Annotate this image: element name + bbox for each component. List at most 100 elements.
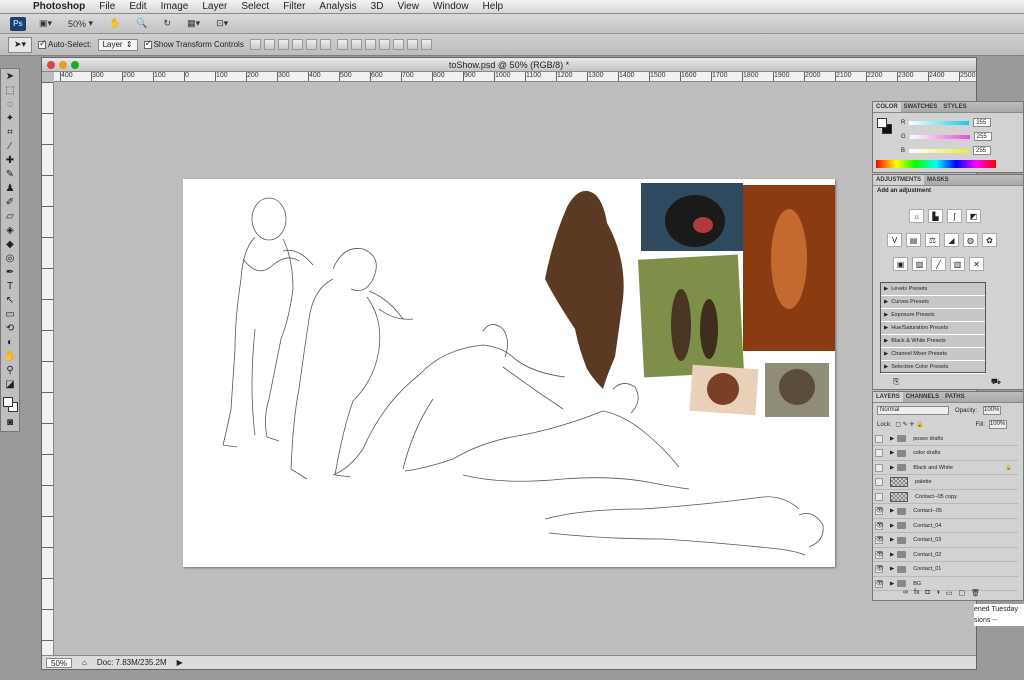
channel-mixer-icon[interactable]: ✿	[982, 233, 997, 247]
align-right-icon[interactable]	[319, 39, 331, 50]
disclosure-triangle-icon[interactable]: ▶	[884, 348, 888, 360]
horizontal-ruler[interactable]: 400 300 200 100 0 100 200 300 400 500 600 700 800 900…	[54, 72, 976, 82]
distribute-bottom-icon[interactable]	[364, 39, 376, 50]
rotate-view-icon[interactable]: ↻	[161, 17, 175, 31]
align-bottom-icon[interactable]	[277, 39, 289, 50]
auto-select-checkbox[interactable]: Auto-Select:	[38, 38, 92, 49]
menu-layer[interactable]: Layer	[195, 1, 234, 12]
menu-filter[interactable]: Filter	[276, 1, 312, 12]
delete-layer-icon[interactable]: 🗑	[971, 589, 980, 597]
menu-image[interactable]: Image	[154, 1, 196, 12]
status-zoom-field[interactable]: 50%	[46, 657, 73, 668]
menu-select[interactable]: Select	[234, 1, 276, 12]
disclosure-triangle-icon[interactable]: ▶	[884, 335, 888, 347]
move-tool-icon[interactable]: ➤	[1, 69, 19, 83]
selective-color-icon[interactable]: ✕	[969, 257, 984, 271]
visibility-eye-icon[interactable]: 👁	[875, 536, 884, 544]
green-value-field[interactable]: 255	[973, 132, 992, 141]
rectangle-shape-tool-icon[interactable]: ▭	[1, 307, 19, 321]
layer-row[interactable]: ▶ poses drafts	[873, 432, 1018, 446]
black-white-icon[interactable]: ◢	[944, 233, 959, 247]
align-top-icon[interactable]	[249, 39, 261, 50]
show-transform-check-icon[interactable]	[143, 38, 152, 49]
quick-mask-icon[interactable]: ◙	[1, 415, 19, 429]
align-left-icon[interactable]	[291, 39, 303, 50]
paint-bucket-tool-icon[interactable]: ◈	[1, 223, 19, 237]
zoom-tool-icon[interactable]: ⚲	[1, 363, 19, 377]
fill-field[interactable]: 100%	[988, 420, 1007, 429]
tool-preset-picker[interactable]: ➤▾	[8, 36, 32, 53]
preset-item[interactable]: ▶ Levels Presets	[881, 283, 985, 296]
visibility-eye-icon[interactable]: 👁	[875, 550, 884, 559]
green-slider[interactable]	[909, 134, 970, 139]
layer-row[interactable]: 👁 ▶ Contact_03	[873, 534, 1018, 548]
magic-wand-tool-icon[interactable]: ✦	[1, 111, 19, 125]
tab-masks[interactable]: MASKS	[924, 175, 952, 185]
menu-view[interactable]: View	[390, 1, 426, 12]
disclosure-triangle-icon[interactable]: ▶	[884, 283, 888, 295]
blend-mode-select[interactable]: Normal	[877, 406, 949, 415]
return-to-list-icon[interactable]: ⎘	[893, 377, 899, 387]
preset-item[interactable]: ▶ Curves Presets	[881, 296, 985, 309]
menu-help[interactable]: Help	[476, 1, 511, 12]
hand-tool-icon[interactable]: ✋	[106, 17, 123, 31]
disclosure-triangle-icon[interactable]: ▶	[884, 309, 888, 321]
vibrance-icon[interactable]: V	[887, 233, 902, 247]
blue-value-field[interactable]: 255	[973, 146, 992, 155]
document-canvas[interactable]	[183, 179, 835, 567]
curves-icon[interactable]: ∫	[947, 209, 962, 223]
expand-group-icon[interactable]: ▶	[890, 450, 894, 456]
zoom-tool-icon[interactable]: 🔍	[133, 17, 150, 31]
brightness-contrast-icon[interactable]: ☼	[909, 209, 924, 223]
clone-stamp-tool-icon[interactable]: ♟	[1, 181, 19, 195]
opacity-field[interactable]: 100%	[983, 406, 1002, 415]
lasso-tool-icon[interactable]: ◌	[1, 97, 19, 111]
tab-paths[interactable]: PATHS	[942, 392, 967, 402]
crop-tool-icon[interactable]: ⌗	[1, 125, 19, 139]
threshold-icon[interactable]: ╱	[931, 257, 946, 271]
auto-align-icon[interactable]	[420, 39, 432, 50]
minimize-window-icon[interactable]	[59, 61, 67, 69]
new-layer-icon[interactable]: ▢	[959, 589, 966, 597]
visibility-eye-icon[interactable]: 👁	[875, 521, 884, 530]
expand-group-icon[interactable]: ▶	[890, 508, 894, 514]
visibility-eye-icon[interactable]: 👁	[875, 579, 884, 588]
tab-adjustments[interactable]: ADJUSTMENTS	[873, 175, 925, 185]
visibility-eye-icon[interactable]: 👁	[875, 507, 884, 515]
tab-color[interactable]: COLOR	[873, 102, 901, 112]
expand-group-icon[interactable]: ▶	[890, 552, 894, 558]
expand-group-icon[interactable]: ▶	[890, 523, 894, 529]
layer-row[interactable]: 👁 ▶ Contact_01	[873, 563, 1018, 577]
visibility-eye-icon[interactable]	[875, 478, 883, 486]
new-group-icon[interactable]: ▭	[946, 589, 953, 597]
disclosure-triangle-icon[interactable]: ▶	[884, 322, 888, 334]
preset-item[interactable]: ▶ Hue/Saturation Presets	[881, 322, 985, 335]
visibility-eye-icon[interactable]	[875, 434, 883, 443]
eyedropper-tool-icon[interactable]: ⁄	[1, 139, 19, 153]
history-brush-tool-icon[interactable]: ✐	[1, 195, 19, 209]
align-vcenter-icon[interactable]	[263, 39, 275, 50]
layer-row[interactable]: ▶ color drafts	[873, 447, 1018, 461]
disclosure-triangle-icon[interactable]: ▶	[884, 361, 888, 373]
menu-analysis[interactable]: Analysis	[312, 1, 363, 12]
preset-item[interactable]: ▶ Exposure Presets	[881, 309, 985, 322]
expand-group-icon[interactable]: ▶	[890, 537, 894, 543]
menu-3d[interactable]: 3D	[364, 1, 391, 12]
tab-styles[interactable]: STYLES	[940, 102, 969, 112]
auto-select-check-icon[interactable]	[38, 38, 47, 49]
screen-layout-icon[interactable]: ⊡▾	[213, 17, 231, 31]
preset-item[interactable]: ▶ Black & White Presets	[881, 335, 985, 348]
layer-row[interactable]: ▶ Black and White 🔒	[873, 461, 1018, 475]
expand-group-icon[interactable]: ▶	[890, 566, 894, 572]
expand-group-icon[interactable]: ▶	[890, 465, 894, 471]
layer-row[interactable]: 👁 ▶ Contact--05	[873, 505, 1018, 519]
screen-mode-button[interactable]: ▣▾	[36, 17, 55, 31]
preset-item[interactable]: ▶ Selective Color Presets	[881, 361, 985, 374]
type-tool-icon[interactable]: T	[1, 279, 19, 293]
menu-window[interactable]: Window	[426, 1, 476, 12]
red-value-field[interactable]: 255	[973, 118, 992, 127]
photo-filter-icon[interactable]: ◍	[963, 233, 978, 247]
status-menu-arrow-icon[interactable]: ▶	[177, 658, 183, 667]
eraser-tool-icon[interactable]: ▱	[1, 209, 19, 223]
marquee-tool-icon[interactable]: ⬚	[1, 83, 19, 97]
